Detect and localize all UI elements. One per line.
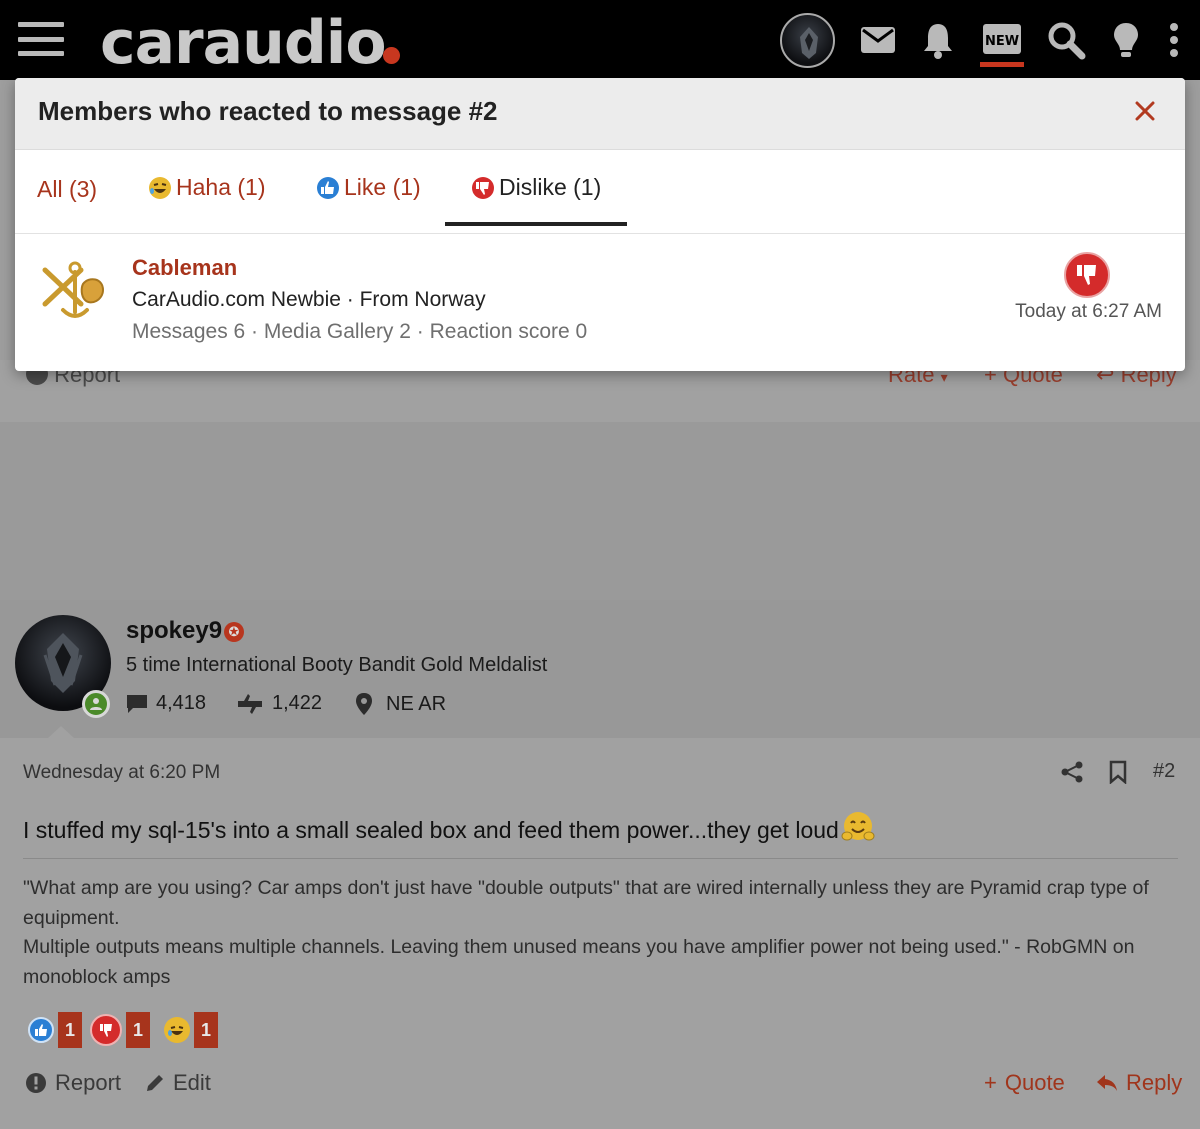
member-avatar[interactable]: [37, 252, 113, 328]
post-date[interactable]: Wednesday at 6:20 PM: [23, 762, 220, 784]
dislike-icon: [472, 176, 494, 199]
star-badge-icon: ✪: [224, 622, 244, 642]
edit-link[interactable]: Edit: [145, 1070, 211, 1096]
bell-icon[interactable]: [916, 18, 960, 62]
post-signature: "What amp are you using? Car amps don't …: [23, 877, 1149, 988]
author-messages-stat: 4,418: [126, 692, 206, 715]
author-reactions-count: 1,422: [272, 692, 323, 714]
pencil-icon: [147, 1075, 163, 1091]
haha-icon: [149, 176, 171, 199]
share-icon[interactable]: [1060, 760, 1084, 790]
warning-icon: [26, 1073, 46, 1093]
close-icon[interactable]: [1130, 96, 1160, 126]
tab-all-label: All (3): [37, 176, 98, 202]
author-location[interactable]: NE AR: [386, 693, 446, 716]
top-navbar: caraudio NEW: [0, 0, 1200, 80]
member-stats: Messages 6 · Media Gallery 2 · Reaction …: [132, 320, 588, 343]
messages-icon: [127, 694, 147, 713]
thumbs-icon: [238, 693, 262, 714]
tab-haha[interactable]: Haha (1): [148, 174, 265, 201]
signature-divider: [23, 858, 1178, 859]
author-reactions-stat: 1,422: [236, 692, 322, 715]
menu-icon[interactable]: [18, 22, 64, 56]
location-pin-icon: [356, 693, 372, 715]
tab-all[interactable]: All (3): [37, 176, 97, 203]
haha-icon[interactable]: [164, 1017, 190, 1043]
reactions-bar[interactable]: 1 1 1: [28, 1012, 226, 1048]
posts-gap: [0, 422, 1200, 600]
logo-dot: [383, 47, 400, 64]
more-vertical-icon[interactable]: [1152, 18, 1196, 62]
active-tab-indicator: [445, 222, 627, 226]
author-location-stat: NE AR: [354, 692, 446, 716]
reply-label: Reply: [1126, 1070, 1183, 1095]
report-link[interactable]: Report: [25, 1070, 121, 1096]
edit-label: Edit: [173, 1070, 211, 1095]
like-count[interactable]: 1: [58, 1012, 82, 1048]
author-name[interactable]: spokey9: [126, 617, 222, 645]
modal-header: Members who reacted to message #2: [15, 78, 1185, 150]
new-label: NEW: [985, 34, 1019, 49]
quote-link[interactable]: + Quote: [984, 1070, 1065, 1096]
post-number[interactable]: #2: [1153, 760, 1175, 783]
post-message: I stuffed my sql-15's into a small seale…: [23, 810, 875, 850]
post-message-text: I stuffed my sql-15's into a small seale…: [23, 817, 839, 843]
dislike-icon[interactable]: [90, 1014, 122, 1046]
plus-icon: +: [984, 1070, 997, 1095]
online-status-icon: [82, 690, 110, 718]
bookmark-icon[interactable]: [1108, 760, 1128, 790]
member-title: CarAudio.com Newbie · From Norway: [132, 288, 486, 311]
reply-icon: [1097, 1075, 1117, 1091]
hugging-face-emoji-icon: [841, 810, 875, 850]
search-icon[interactable]: [1044, 18, 1088, 62]
reaction-time: Today at 6:27 AM: [1015, 301, 1162, 322]
modal-title: Members who reacted to message #2: [38, 96, 498, 126]
reactions-modal: Members who reacted to message #2 All (3…: [15, 78, 1185, 371]
active-nav-indicator: [980, 62, 1024, 67]
dislike-count[interactable]: 1: [126, 1012, 150, 1048]
author-title: 5 time International Booty Bandit Gold M…: [126, 654, 548, 676]
member-reaction-dislike-icon: [1064, 252, 1110, 298]
report-label: Report: [55, 1070, 122, 1095]
reply-link[interactable]: Reply: [1096, 1070, 1182, 1096]
tab-dislike[interactable]: Dislike (1): [471, 174, 601, 201]
tab-like[interactable]: Like (1): [316, 174, 421, 201]
account-avatar[interactable]: [780, 13, 835, 68]
site-logo[interactable]: caraudio: [100, 8, 387, 78]
author-messages-count: 4,418: [156, 692, 207, 714]
lightbulb-icon[interactable]: [1104, 18, 1148, 62]
tab-dislike-label: Dislike (1): [499, 174, 602, 200]
quote-label: Quote: [1004, 1070, 1065, 1095]
like-icon[interactable]: [28, 1017, 54, 1043]
caret-down-icon: ▾: [940, 369, 948, 385]
new-posts-icon[interactable]: NEW: [980, 18, 1024, 62]
tab-haha-label: Haha (1): [176, 174, 266, 200]
author-pointer: [48, 726, 74, 738]
like-icon: [317, 176, 339, 199]
member-name[interactable]: Cableman: [132, 255, 237, 281]
mail-icon[interactable]: [856, 18, 900, 62]
haha-count[interactable]: 1: [194, 1012, 218, 1048]
tab-like-label: Like (1): [344, 174, 421, 200]
